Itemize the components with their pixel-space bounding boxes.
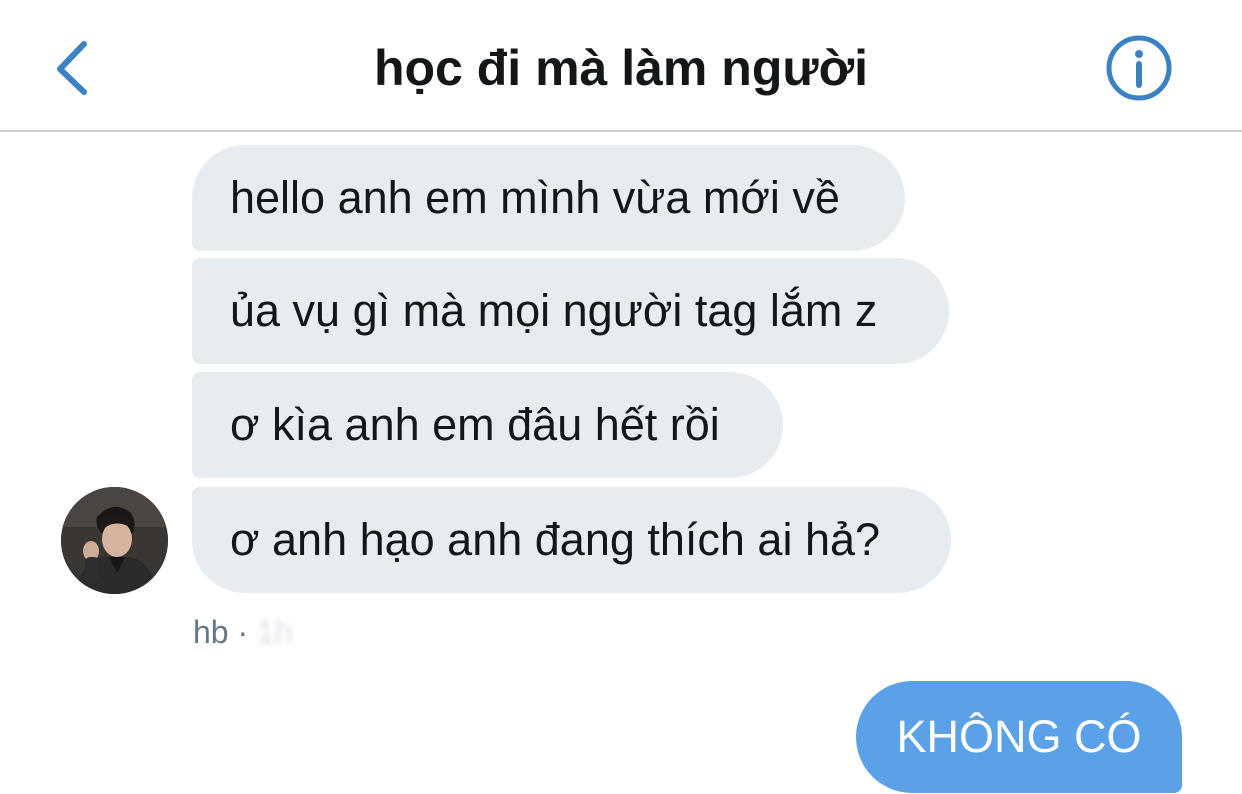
message-meta: hb · 1h — [193, 612, 293, 652]
message-time: 1h — [257, 614, 293, 650]
sender-name: hb — [193, 614, 229, 650]
received-message[interactable]: ủa vụ gì mà mọi người tag lắm z — [192, 258, 949, 364]
info-button[interactable] — [1104, 33, 1174, 103]
received-message[interactable]: ơ kìa anh em đâu hết rồi — [192, 372, 783, 478]
meta-separator: · — [237, 614, 249, 650]
info-circle-icon — [1106, 35, 1172, 101]
sender-avatar[interactable] — [61, 487, 168, 594]
avatar-photo — [61, 487, 168, 594]
received-message[interactable]: ơ anh hạo anh đang thích ai hả? — [192, 487, 951, 593]
conversation-title: học đi mà làm người — [373, 40, 869, 96]
received-message[interactable]: hello anh em mình vừa mới về — [192, 145, 905, 251]
sent-message[interactable]: KHÔNG CÓ — [856, 681, 1182, 793]
conversation-header: học đi mà làm người — [0, 0, 1242, 132]
